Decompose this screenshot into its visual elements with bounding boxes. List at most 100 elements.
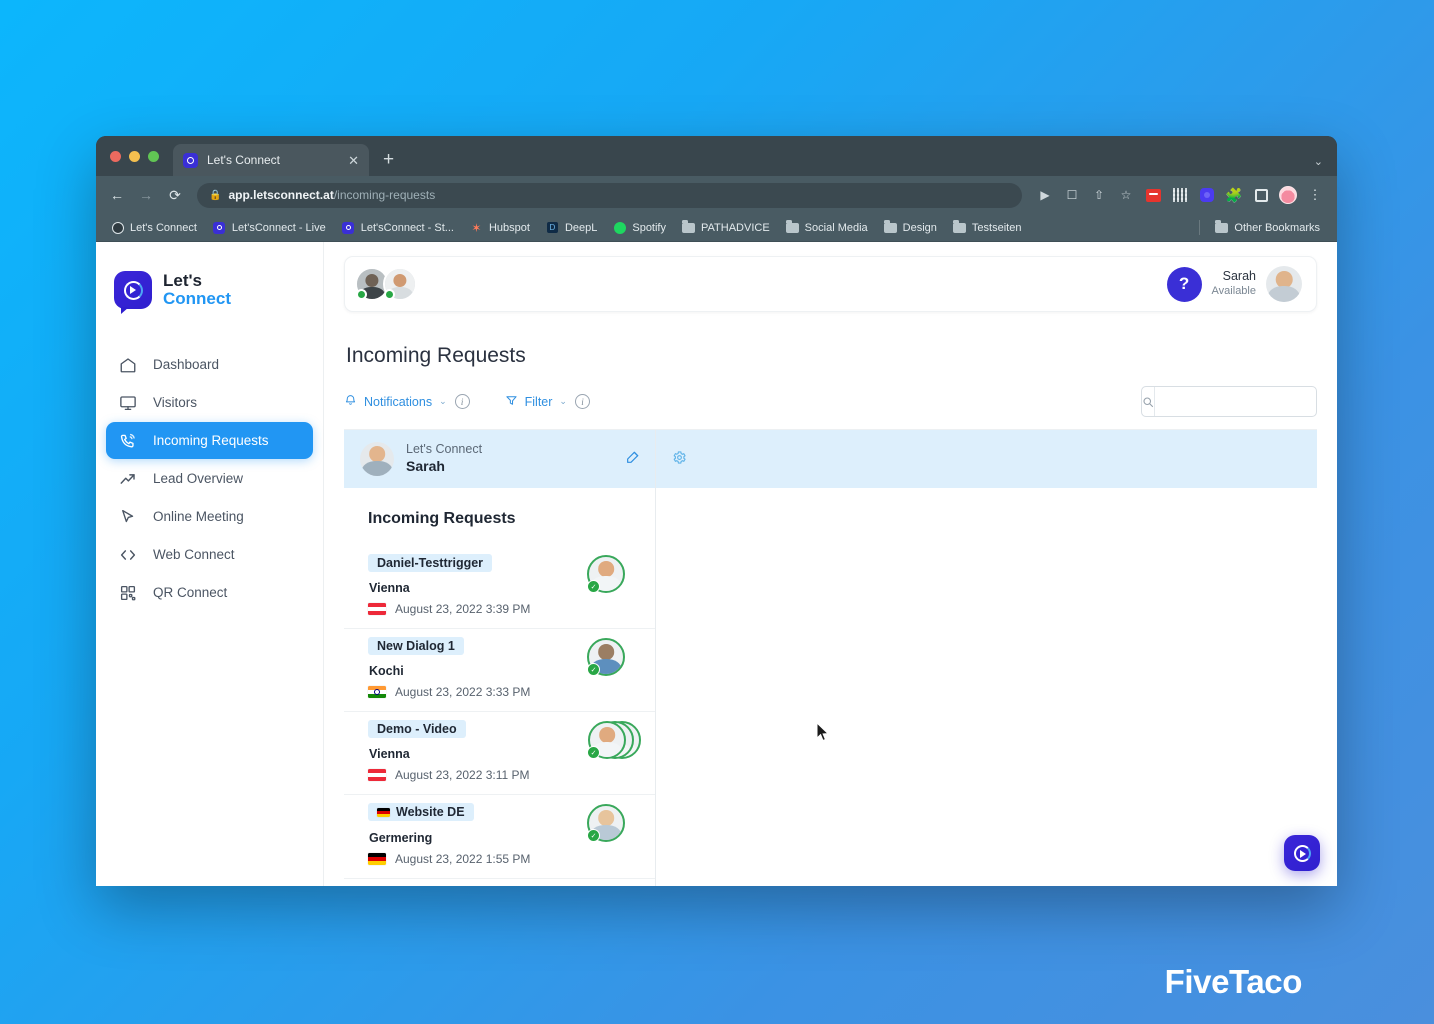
maximize-window-button[interactable] bbox=[148, 150, 159, 162]
request-timestamp: August 23, 2022 3:33 PM bbox=[395, 685, 531, 699]
chevron-down-icon[interactable]: ⌄ bbox=[1314, 155, 1323, 168]
reading-list-icon[interactable] bbox=[1249, 183, 1273, 207]
request-tag: Daniel-Testtrigger bbox=[368, 554, 493, 572]
close-icon[interactable]: ✕ bbox=[348, 154, 359, 167]
share-icon[interactable]: ⇧ bbox=[1087, 183, 1111, 207]
topbar-right-group: ? Sarah Available bbox=[1166, 266, 1302, 302]
bookmark-item[interactable]: ✶ Hubspot bbox=[463, 218, 537, 237]
chevron-down-icon[interactable]: ⌄ bbox=[439, 396, 447, 407]
sidebar-item-dashboard[interactable]: Dashboard bbox=[106, 346, 313, 383]
request-meta: August 23, 2022 1:55 PM bbox=[368, 852, 577, 866]
open-in-new-icon[interactable]: ☐ bbox=[1060, 183, 1084, 207]
request-detail-column bbox=[656, 430, 1317, 886]
bookmark-label: Let'sConnect - Live bbox=[231, 221, 326, 234]
bookmark-folder[interactable]: Social Media bbox=[779, 218, 875, 237]
avatar[interactable] bbox=[1266, 266, 1302, 302]
flag-icon-in bbox=[368, 686, 386, 698]
list-header[interactable]: Let's Connect Sarah bbox=[344, 430, 655, 488]
avatar[interactable] bbox=[360, 442, 394, 476]
other-bookmarks-group: Other Bookmarks bbox=[1199, 218, 1327, 237]
app-logo[interactable]: Let's Connect bbox=[96, 262, 323, 318]
help-button[interactable]: ? bbox=[1166, 266, 1202, 302]
online-agents-avatars[interactable] bbox=[355, 267, 417, 301]
request-tag-label: Demo - Video bbox=[377, 722, 457, 736]
request-content: Daniel-Testtrigger Vienna August 23, 202… bbox=[368, 554, 577, 616]
request-list-item[interactable]: Demo - Video Vienna August 23, 2022 3:11… bbox=[344, 712, 655, 795]
app-viewport: Let's Connect Dashboard Visitors Incomin… bbox=[96, 242, 1337, 886]
bookmark-item[interactable]: Let'sConnect - Live bbox=[206, 218, 333, 237]
request-avatars[interactable]: ✓ bbox=[587, 637, 641, 677]
reload-icon[interactable]: ⟳ bbox=[162, 182, 188, 208]
search-icon bbox=[1142, 396, 1154, 408]
letsconnect-logo-icon bbox=[114, 271, 152, 314]
monitor-icon bbox=[118, 393, 137, 412]
new-tab-button[interactable]: + bbox=[383, 149, 394, 171]
media-cast-icon[interactable]: ▶ bbox=[1033, 183, 1057, 207]
bookmark-folder[interactable]: PATHADVICE bbox=[675, 218, 777, 237]
edit-pencil-icon[interactable] bbox=[625, 449, 641, 469]
extension-red-icon[interactable] bbox=[1141, 183, 1165, 207]
current-user-info[interactable]: Sarah Available bbox=[1212, 269, 1256, 298]
bookmark-folder[interactable]: Testseiten bbox=[946, 218, 1029, 237]
bookmark-star-icon[interactable]: ☆ bbox=[1114, 183, 1138, 207]
sidebar-item-label: Web Connect bbox=[153, 547, 235, 562]
request-list-item[interactable]: New Dialog 1 Kochi August 23, 2022 3:33 … bbox=[344, 629, 655, 712]
request-avatars[interactable]: ✓ bbox=[587, 554, 641, 594]
filter-label: Filter bbox=[524, 394, 553, 409]
bookmark-folder[interactable]: Design bbox=[877, 218, 944, 237]
forward-icon[interactable]: → bbox=[133, 182, 159, 208]
extension-qr-icon[interactable] bbox=[1168, 183, 1192, 207]
other-bookmarks-folder[interactable]: Other Bookmarks bbox=[1208, 218, 1327, 237]
sidebar-item-online-meeting[interactable]: Online Meeting bbox=[106, 498, 313, 535]
minimize-window-button[interactable] bbox=[129, 150, 140, 162]
bookmark-label: DeepL bbox=[564, 221, 598, 234]
url-input[interactable]: 🔒 app.letsconnect.at/incoming-requests bbox=[197, 182, 1022, 208]
request-content: New Dialog 1 Kochi August 23, 2022 3:33 … bbox=[368, 637, 577, 699]
letsconnect-widget-button[interactable] bbox=[1284, 835, 1320, 871]
request-meta: August 23, 2022 3:33 PM bbox=[368, 685, 577, 699]
current-user-name: Sarah bbox=[1222, 269, 1256, 284]
sidebar-item-qr-connect[interactable]: QR Connect bbox=[106, 574, 313, 611]
bookmark-item[interactable]: D DeepL bbox=[539, 218, 604, 237]
browser-tab[interactable]: Let's Connect ✕ bbox=[173, 144, 369, 176]
sidebar-item-visitors[interactable]: Visitors bbox=[106, 384, 313, 421]
back-icon[interactable]: ← bbox=[104, 182, 130, 208]
search-input[interactable] bbox=[1154, 387, 1326, 416]
bookmark-item[interactable]: Spotify bbox=[606, 218, 673, 237]
notifications-label: Notifications bbox=[364, 394, 433, 409]
flag-icon-at bbox=[368, 603, 386, 615]
request-avatars[interactable]: ✓ bbox=[587, 803, 641, 843]
bookmark-item[interactable]: Let'sConnect - St... bbox=[335, 218, 461, 237]
search-box[interactable] bbox=[1141, 386, 1326, 417]
folder-icon bbox=[1215, 220, 1229, 234]
extensions-puzzle-icon[interactable]: 🧩 bbox=[1222, 183, 1246, 207]
profile-avatar-icon[interactable] bbox=[1276, 183, 1300, 207]
qr-code-icon bbox=[118, 583, 137, 602]
request-list-item[interactable]: Website DE Germering August 23, 2022 1:5… bbox=[344, 795, 655, 879]
notifications-info-icon[interactable]: i bbox=[454, 394, 470, 409]
status-badge: Available bbox=[1211, 284, 1256, 297]
verified-check-icon: ✓ bbox=[587, 580, 600, 593]
filter-dropdown[interactable]: Filter ⌄ bbox=[505, 394, 567, 410]
requests-list-column: Let's Connect Sarah Incoming Requests Da… bbox=[344, 430, 656, 886]
sidebar-item-lead-overview[interactable]: Lead Overview bbox=[106, 460, 313, 497]
sidebar-item-label: Online Meeting bbox=[153, 509, 244, 524]
avatar[interactable] bbox=[383, 267, 417, 301]
sidebar-item-web-connect[interactable]: Web Connect bbox=[106, 536, 313, 573]
settings-gear-icon[interactable] bbox=[672, 450, 687, 469]
request-avatars-stack[interactable]: ✓ bbox=[587, 720, 641, 760]
filter-info-icon[interactable]: i bbox=[574, 394, 590, 409]
other-bookmarks-label: Other Bookmarks bbox=[1234, 221, 1320, 234]
close-window-button[interactable] bbox=[110, 150, 121, 162]
three-dot-menu-icon[interactable]: ⋮ bbox=[1303, 183, 1327, 207]
notifications-dropdown[interactable]: Notifications ⌄ bbox=[344, 394, 447, 410]
bookmark-label: Testseiten bbox=[971, 221, 1022, 234]
code-brackets-icon bbox=[118, 545, 137, 564]
letsconnect-icon bbox=[183, 152, 198, 168]
bookmark-item[interactable]: Let's Connect bbox=[104, 218, 204, 237]
extension-blue-icon[interactable] bbox=[1195, 183, 1219, 207]
chevron-down-icon[interactable]: ⌄ bbox=[559, 396, 567, 407]
sidebar-item-label: Lead Overview bbox=[153, 471, 244, 486]
request-list-item[interactable]: Daniel-Testtrigger Vienna August 23, 202… bbox=[344, 546, 655, 629]
sidebar-item-incoming-requests[interactable]: Incoming Requests bbox=[106, 422, 313, 459]
